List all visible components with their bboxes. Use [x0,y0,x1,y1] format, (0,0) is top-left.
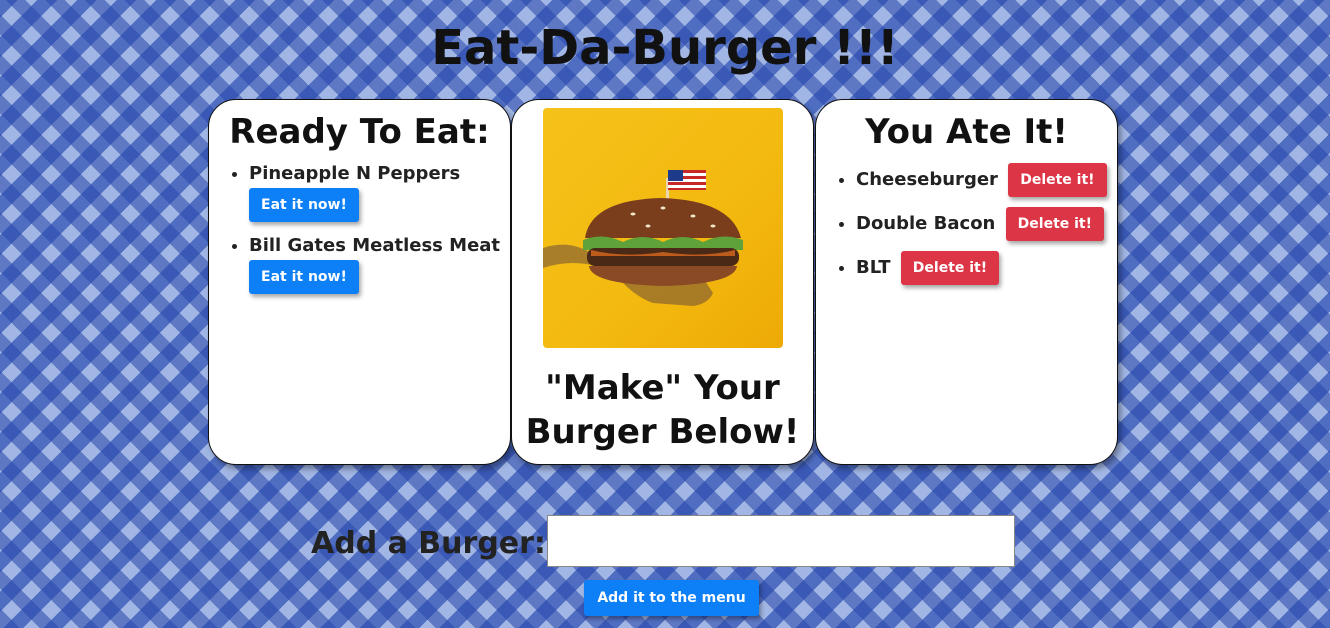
delete-it-button[interactable]: Delete it! [1008,163,1107,197]
list-item: Cheeseburger Delete it! [856,162,1117,198]
ready-to-eat-panel: Ready To Eat: Pineapple N Peppers Eat it… [208,99,511,465]
eat-it-now-button[interactable]: Eat it now! [249,260,359,294]
burger-name: Pineapple N Peppers [249,163,461,184]
list-item: Bill Gates Meatless Meat Eat it now! [249,234,510,294]
eaten-list: Cheeseburger Delete it! Double Bacon Del… [816,162,1117,286]
make-burger-caption: "Make" Your Burger Below! [512,366,813,454]
ready-to-eat-list: Pineapple N Peppers Eat it now! Bill Gat… [209,162,510,294]
ready-to-eat-heading: Ready To Eat: [229,112,490,152]
caption-line-2: Burger Below! [525,412,800,452]
you-ate-it-heading: You Ate It! [865,112,1068,152]
list-item: BLT Delete it! [856,250,1117,286]
delete-it-button[interactable]: Delete it! [1005,207,1105,241]
delete-it-button[interactable]: Delete it! [900,251,1000,285]
eat-it-now-button[interactable]: Eat it now! [249,188,359,222]
add-burger-input[interactable] [547,515,1015,567]
burger-name: Bill Gates Meatless Meat [249,235,501,256]
burger-name: Double Bacon [856,213,996,234]
list-item: Pineapple N Peppers Eat it now! [249,162,510,222]
you-ate-it-panel: You Ate It! Cheeseburger Delete it! Doub… [815,99,1118,465]
burger-name: BLT [856,257,891,278]
page-title: Eat-Da-Burger !!! [431,20,899,76]
add-to-menu-button[interactable]: Add it to the menu [584,580,759,616]
burger-illustration [543,170,743,306]
caption-line-1: "Make" Your [545,368,780,408]
burger-image [543,108,783,348]
list-item: Double Bacon Delete it! [856,206,1117,242]
burger-name: Cheeseburger [856,169,998,190]
make-burger-panel: "Make" Your Burger Below! [511,99,814,465]
add-burger-label: Add a Burger: [311,526,546,561]
